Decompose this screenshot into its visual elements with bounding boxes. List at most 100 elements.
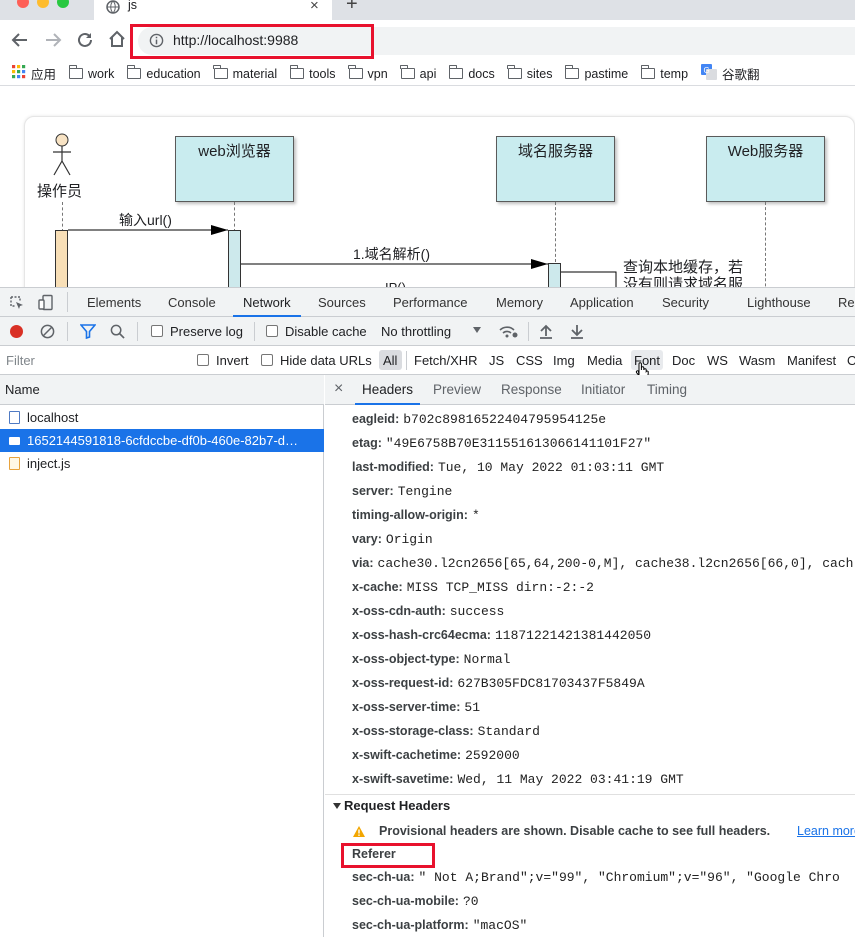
preserve-log-checkbox[interactable] [151, 325, 163, 337]
tab-sources[interactable]: Sources [318, 288, 366, 317]
bookmark-item[interactable]: sites [507, 64, 552, 83]
new-tab-button[interactable]: + [346, 0, 358, 16]
request-headers-section[interactable]: Request Headers [333, 798, 450, 813]
devtools-tab-bar: Elements Console Network Sources Perform… [0, 288, 855, 317]
bookmark-label: education [146, 66, 201, 81]
bookmark-label: material [232, 66, 278, 81]
tab-response[interactable]: Response [501, 375, 562, 405]
request-row-inject-js[interactable]: inject.js [0, 452, 324, 475]
filter-img[interactable]: Img [553, 353, 575, 368]
globe-icon [106, 0, 120, 14]
folder-icon [507, 65, 522, 79]
close-tab-icon[interactable]: × [310, 0, 319, 14]
request-name: 1652144591818-6cfdccbe-df0b-460e-82b7-d… [27, 433, 299, 448]
header-value: Tue, 10 May 2022 01:03:11 GMT [437, 460, 665, 475]
response-header-row: x-oss-storage-class: Standard [352, 719, 540, 743]
disable-cache-checkbox[interactable] [266, 325, 278, 337]
filter-input[interactable]: Filter [0, 346, 184, 374]
close-window-button[interactable] [17, 0, 29, 8]
bookmark-item[interactable]: vpn [348, 64, 388, 83]
filter-media[interactable]: Media [587, 353, 622, 368]
bookmark-item[interactable]: docs [448, 64, 495, 83]
response-header-row: x-oss-request-id: 627B305FDC81703437F5849… [352, 671, 645, 695]
filter-doc[interactable]: Doc [672, 353, 695, 368]
response-header-row: x-cache: MISS TCP_MISS dirn:-2:-2 [352, 575, 594, 599]
invert-checkbox[interactable] [197, 354, 209, 366]
response-header-row: server: Tengine [352, 479, 452, 503]
tab-lighthouse[interactable]: Lighthouse [747, 288, 811, 317]
tab-performance[interactable]: Performance [393, 288, 467, 317]
filter-js[interactable]: JS [489, 353, 504, 368]
export-har-icon[interactable] [570, 324, 584, 339]
folder-icon [348, 65, 363, 79]
minimize-window-button[interactable] [37, 0, 49, 8]
bookmark-label: work [88, 66, 115, 81]
search-icon[interactable] [110, 324, 125, 339]
back-icon[interactable] [11, 31, 29, 49]
browser-tab-strip: js × + [0, 0, 855, 20]
bookmark-item[interactable]: G 谷歌翻 [701, 64, 760, 83]
network-conditions-icon[interactable] [498, 324, 518, 339]
bookmark-label: vpn [367, 66, 388, 81]
header-key: via: [352, 556, 374, 570]
tab-memory[interactable]: Memory [496, 288, 543, 317]
tab-initiator[interactable]: Initiator [581, 375, 625, 405]
header-key: x-oss-storage-class: [352, 724, 474, 738]
reload-icon[interactable] [76, 31, 94, 49]
forward-icon[interactable] [44, 31, 62, 49]
request-row-localhost[interactable]: localhost [0, 406, 324, 429]
record-icon[interactable] [10, 325, 23, 338]
tab-title: js [128, 0, 138, 12]
tab-network[interactable]: Network [233, 288, 301, 317]
tab-security[interactable]: Security [662, 288, 709, 317]
filter-all[interactable]: All [383, 353, 397, 368]
hide-data-urls-checkbox[interactable] [261, 354, 273, 366]
header-value: success [449, 604, 505, 619]
bookmark-item[interactable]: education [126, 64, 201, 83]
filter-fetch-xhr[interactable]: Fetch/XHR [414, 353, 478, 368]
filter-manifest[interactable]: Manifest [787, 353, 836, 368]
tab-headers[interactable]: Headers [355, 375, 421, 405]
tab-preview[interactable]: Preview [433, 375, 481, 405]
tab-console[interactable]: Console [168, 288, 216, 317]
filter-wasm[interactable]: Wasm [739, 353, 775, 368]
browser-tab[interactable]: js × [94, 0, 332, 20]
throttling-select[interactable]: No throttling [381, 324, 487, 340]
bookmark-item[interactable]: api [400, 64, 436, 83]
request-row-image[interactable]: 1652144591818-6cfdccbe-df0b-460e-82b7-d… [0, 429, 324, 452]
header-value: Wed, 11 May 2022 03:41:19 GMT [457, 772, 684, 787]
close-detail-icon[interactable]: × [334, 380, 343, 398]
toolbar-divider [528, 322, 529, 341]
bookmark-item[interactable]: work [68, 64, 115, 83]
inspect-element-icon[interactable] [9, 295, 25, 311]
tab-elements[interactable]: Elements [87, 288, 141, 317]
filter-ws[interactable]: WS [707, 353, 728, 368]
filter-other[interactable]: O [847, 353, 855, 368]
home-icon[interactable] [108, 30, 126, 48]
tab-timing[interactable]: Timing [647, 375, 687, 405]
detail-tab-bar: × Headers Preview Response Initiator Tim… [325, 375, 855, 405]
request-headers-list: sec-ch-ua: " Not A;Brand";v="99", "Chromi… [325, 865, 855, 937]
clear-icon[interactable] [40, 324, 55, 339]
zoom-window-button[interactable] [57, 0, 69, 8]
tab-application[interactable]: Application [570, 288, 634, 317]
invert-label: Invert [216, 353, 249, 368]
filter-css[interactable]: CSS [516, 353, 543, 368]
bookmark-item[interactable]: pastime [564, 64, 628, 83]
folder-icon [126, 65, 142, 79]
response-header-row: x-oss-server-time: 51 [352, 695, 480, 719]
tab-recorder[interactable]: Re [838, 288, 855, 317]
bookmark-item[interactable]: material [213, 64, 278, 83]
bookmark-item[interactable]: temp [640, 64, 688, 83]
header-value: ?0 [462, 894, 479, 909]
filter-icon[interactable] [80, 324, 96, 339]
response-header-row: eagleid: b702c89816522404795954125e [352, 407, 606, 431]
name-column-header[interactable]: Name [0, 375, 324, 405]
header-key: server: [352, 484, 394, 498]
learn-more-link[interactable]: Learn more [797, 824, 855, 838]
folder-icon [68, 65, 84, 79]
device-toolbar-icon[interactable] [37, 294, 55, 312]
bookmark-item[interactable]: 应用 [12, 64, 56, 83]
bookmark-item[interactable]: tools [289, 64, 336, 83]
import-har-icon[interactable] [539, 324, 553, 339]
